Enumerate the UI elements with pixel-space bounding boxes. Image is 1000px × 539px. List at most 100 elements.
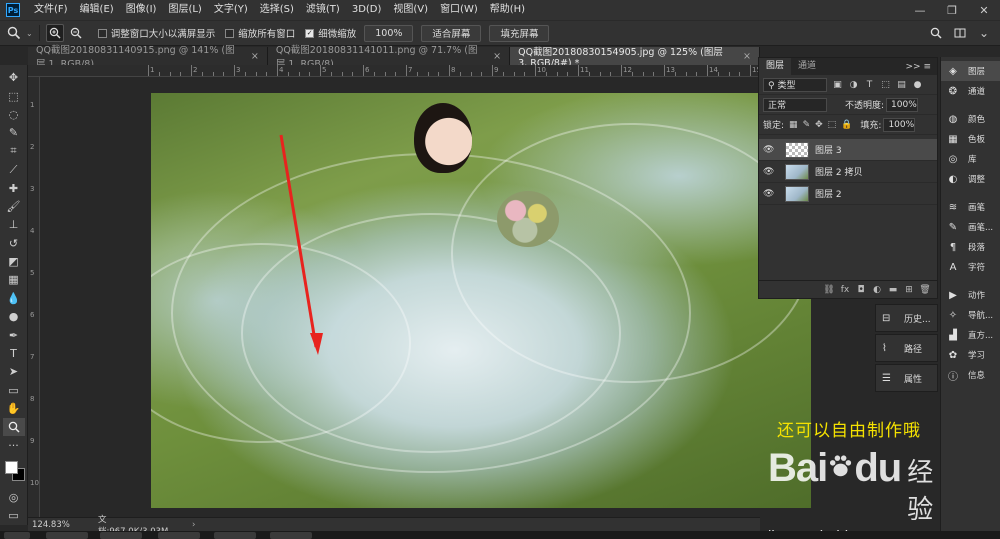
zoom-100-button[interactable]: 100% [364, 24, 414, 42]
lock-position-icon[interactable]: ✥ [815, 120, 823, 130]
quick-mask-icon[interactable]: ◎ [3, 488, 25, 505]
clone-stamp-tool-icon[interactable]: ⊥ [3, 216, 25, 233]
zoom-in-icon[interactable] [45, 24, 64, 42]
search-icon[interactable] [926, 23, 946, 43]
checkbox-unchecked[interactable] [97, 28, 107, 38]
more-tools-icon[interactable]: ··· [3, 437, 25, 454]
layer-row[interactable]: 👁 图层 3 [759, 139, 937, 161]
dock-channels[interactable]: ❂ 通道 [941, 81, 1000, 101]
panel-menu-icon[interactable]: >> ≡ [906, 62, 937, 72]
dock-paragraph[interactable]: ¶ 段落 [941, 237, 1000, 257]
dock-histogram[interactable]: ▟ 直方... [941, 325, 1000, 345]
chevron-down-icon[interactable]: ⌄ [26, 29, 33, 38]
blur-tool-icon[interactable]: 💧 [3, 290, 25, 307]
adjustment-filter-icon[interactable]: ◑ [848, 79, 859, 90]
fit-screen-button[interactable]: 适合屏幕 [421, 24, 482, 42]
dock-brush-settings[interactable]: ✎ 画笔... [941, 217, 1000, 237]
taskbar-item[interactable] [4, 532, 30, 539]
tab-channels[interactable]: 通道 [791, 58, 823, 75]
properties-panel-button[interactable]: ☰ 属性 [875, 364, 938, 392]
menu-help[interactable]: 帮助(H) [484, 0, 531, 20]
close-icon[interactable]: × [251, 51, 259, 62]
dock-layers[interactable]: ◈ 图层 [941, 61, 1000, 81]
new-layer-icon[interactable]: ⊞ [901, 285, 917, 295]
folder-icon[interactable]: ▬ [885, 285, 901, 295]
shape-filter-icon[interactable]: ⬚ [880, 79, 891, 90]
menu-window[interactable]: 窗口(W) [434, 0, 484, 20]
lock-image-icon[interactable]: ✎ [803, 120, 811, 130]
history-brush-tool-icon[interactable]: ↺ [3, 235, 25, 252]
fill-input[interactable]: 100% [883, 117, 916, 132]
trash-icon[interactable]: 🗑 [917, 285, 933, 295]
marquee-tool-icon[interactable]: ⬚ [3, 87, 25, 104]
type-filter-icon[interactable]: T [864, 79, 875, 90]
zoom-tool-icon[interactable] [2, 418, 25, 436]
dock-adjustments[interactable]: ◐ 调整 [941, 169, 1000, 189]
color-swatches[interactable] [3, 459, 25, 484]
layer-row[interactable]: 👁 图层 2 [759, 183, 937, 205]
dock-learn[interactable]: ✿ 学习 [941, 345, 1000, 365]
history-panel-button[interactable]: ⊟ 历史... [875, 304, 938, 332]
fill-screen-button[interactable]: 填充屏幕 [489, 24, 550, 42]
lock-all-icon[interactable]: 🔒 [841, 120, 852, 130]
scrubby-zoom-checkbox[interactable]: ✓ 细微缩放 [305, 26, 356, 40]
menu-file[interactable]: 文件(F) [28, 0, 74, 20]
close-button[interactable]: ✕ [968, 4, 1000, 17]
tab-document-3[interactable]: QQ截图20180830154905.jpg @ 125% (图层 3, RGB… [510, 47, 760, 69]
tab-document-2[interactable]: QQ截图20180831141011.png @ 71.7% (图层 1, RG… [267, 45, 511, 70]
adjustment-layer-icon[interactable]: ◐ [869, 285, 885, 295]
resize-windows-checkbox[interactable]: 调整窗口大小以满屏显示 [97, 26, 215, 40]
gradient-tool-icon[interactable]: ▦ [3, 271, 25, 288]
taskbar-item[interactable] [214, 532, 256, 539]
mask-icon[interactable]: ◘ [853, 285, 869, 295]
zoom-all-windows-checkbox[interactable]: 缩放所有窗口 [225, 26, 295, 40]
menu-select[interactable]: 选择(S) [254, 0, 300, 20]
lock-artboard-icon[interactable]: ⬚ [828, 120, 837, 130]
workspace-icon[interactable] [950, 23, 970, 43]
paths-panel-button[interactable]: ⌇ 路径 [875, 334, 938, 362]
dock-libraries[interactable]: ◎ 库 [941, 149, 1000, 169]
move-tool-icon[interactable]: ✥ [3, 69, 25, 86]
dock-navigator[interactable]: ✧ 导航... [941, 305, 1000, 325]
chevron-down-icon[interactable]: ⌄ [974, 23, 994, 43]
dock-color[interactable]: ◍ 颜色 [941, 109, 1000, 129]
dodge-tool-icon[interactable]: ● [3, 308, 25, 325]
type-tool-icon[interactable]: T [3, 345, 25, 362]
screen-mode-icon[interactable]: ▭ [3, 507, 25, 524]
document-photo[interactable] [151, 93, 811, 508]
zoom-tool-preset-icon[interactable] [4, 23, 24, 43]
eye-icon[interactable]: 👁 [763, 167, 777, 177]
checkbox-checked[interactable]: ✓ [305, 28, 315, 38]
menu-3d[interactable]: 3D(D) [346, 0, 388, 20]
dock-swatches[interactable]: ▦ 色板 [941, 129, 1000, 149]
fx-icon[interactable]: fx [837, 285, 853, 295]
layer-row[interactable]: 👁 图层 2 拷贝 [759, 161, 937, 183]
minimize-button[interactable]: — [904, 4, 936, 17]
taskbar-item[interactable] [46, 532, 88, 539]
close-icon[interactable]: × [743, 51, 751, 62]
menu-view[interactable]: 视图(V) [387, 0, 434, 20]
crop-tool-icon[interactable]: ⌗ [3, 143, 25, 160]
zoom-level[interactable]: 124.83% [28, 520, 88, 530]
filter-kind-select[interactable]: ⚲ 类型 [763, 77, 827, 92]
foreground-color-swatch[interactable] [4, 461, 18, 475]
healing-brush-tool-icon[interactable]: ✚ [3, 179, 25, 196]
lock-transparent-icon[interactable]: ▦ [789, 120, 798, 130]
path-select-tool-icon[interactable]: ➤ [3, 363, 25, 380]
dock-character[interactable]: A 字符 [941, 257, 1000, 277]
menu-filter[interactable]: 滤镜(T) [300, 0, 346, 20]
rectangle-tool-icon[interactable]: ▭ [3, 382, 25, 399]
link-icon[interactable]: ⛓ [821, 285, 837, 295]
menu-image[interactable]: 图像(I) [120, 0, 163, 20]
tab-document-1[interactable]: QQ截图20180831140915.png @ 141% (图层 1, RGB… [28, 45, 268, 70]
filter-toggle-icon[interactable]: ● [912, 79, 923, 90]
dock-brush[interactable]: ≋ 画笔 [941, 197, 1000, 217]
menu-layer[interactable]: 图层(L) [162, 0, 207, 20]
checkbox-unchecked[interactable] [225, 28, 235, 38]
dock-info[interactable]: ⓘ 信息 [941, 365, 1000, 385]
quick-select-tool-icon[interactable]: ✎ [3, 124, 25, 141]
eraser-tool-icon[interactable]: ◩ [3, 253, 25, 270]
status-menu-arrow[interactable]: › [192, 520, 195, 530]
pen-tool-icon[interactable]: ✒ [3, 326, 25, 343]
restore-button[interactable]: ❐ [936, 4, 968, 17]
